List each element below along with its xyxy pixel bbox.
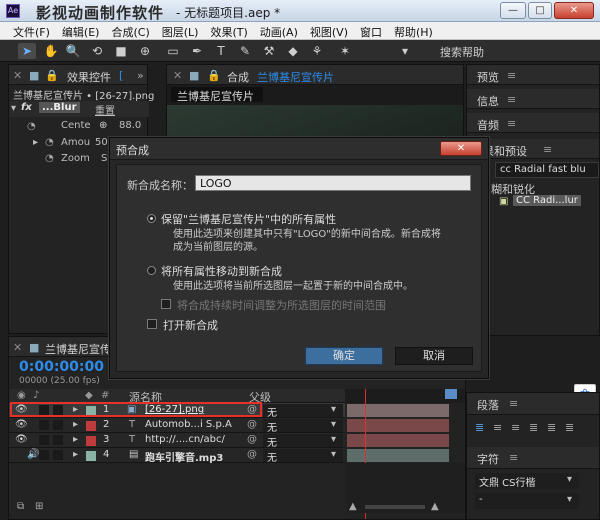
dialog-title-bar: 预合成 ✕ [110, 138, 488, 160]
align-left-icon[interactable]: ≣ [475, 421, 484, 434]
radio-keep-attributes[interactable] [147, 214, 156, 223]
panel-menu-icon[interactable]: ≡ [509, 451, 518, 464]
font-style-select[interactable]: - ▾ [475, 493, 579, 509]
precompose-dialog: 预合成 ✕ 新合成名称： LOGO 保留"兰博基尼宣传片"中的所有属性 使用此选… [109, 137, 489, 379]
radio-move-attributes[interactable] [147, 266, 156, 275]
ok-button[interactable]: 确定 [305, 347, 383, 365]
cancel-button[interactable]: 取消 [395, 347, 473, 365]
dialog-body: 新合成名称： LOGO 保留"兰博基尼宣传片"中的所有属性 使用此选项来创建其中… [116, 164, 482, 372]
align-right-icon[interactable]: ≡ [511, 421, 520, 434]
character-panel-header[interactable]: 字符 ≡ [467, 447, 599, 469]
new-comp-name-input[interactable]: LOGO [195, 175, 471, 191]
paragraph-character-panels: 段落 ≡ ≣ ≡ ≡ ≣ ≣ ≣ 字符 ≡ 文鼎 CS行楷 ▾ - ▾ [466, 392, 600, 520]
panel-menu-icon[interactable]: ≡ [509, 397, 518, 410]
justify-center-icon[interactable]: ≣ [547, 421, 556, 434]
chevron-down-icon: ▾ [567, 474, 573, 485]
paragraph-panel-header[interactable]: 段落 ≡ [467, 393, 599, 415]
character-title[interactable]: 字符 [477, 451, 499, 467]
align-center-icon[interactable]: ≡ [493, 421, 502, 434]
dialog-title: 预合成 [116, 144, 149, 157]
open-new-comp-label[interactable]: 打开新合成 [163, 317, 218, 333]
option-move-attributes-desc: 使用此选项将当前所选图层一起置于新的中间合成中。 [173, 281, 413, 292]
chevron-down-icon: ▾ [567, 494, 573, 505]
font-style-dash: - [479, 494, 483, 505]
justify-right-icon[interactable]: ≣ [565, 421, 574, 434]
new-comp-name-label: 新合成名称： [127, 179, 193, 192]
new-comp-name-value: LOGO [200, 177, 232, 190]
font-family-value: 文鼎 CS行楷 [479, 478, 536, 489]
adjust-duration-checkbox[interactable] [161, 299, 171, 309]
open-new-comp-checkbox[interactable] [147, 319, 157, 329]
option-keep-attributes-desc-2: 成为当前图层的源。 [173, 242, 263, 253]
paragraph-title[interactable]: 段落 [477, 397, 499, 413]
justify-left-icon[interactable]: ≣ [529, 421, 538, 434]
font-family-select[interactable]: 文鼎 CS行楷 ▾ [475, 473, 579, 489]
adjust-duration-label: 将合成持续时间调整为所选图层的时间范围 [177, 299, 386, 312]
dialog-close-button[interactable]: ✕ [440, 141, 482, 156]
